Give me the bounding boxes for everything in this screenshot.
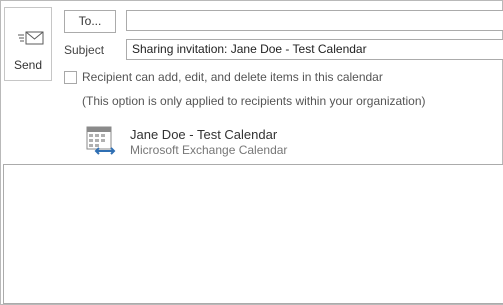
- permission-checkbox[interactable]: [64, 71, 77, 84]
- send-button[interactable]: Send: [4, 7, 52, 81]
- send-label: Send: [13, 58, 43, 72]
- shared-calendar-icon: [86, 126, 116, 155]
- to-button[interactable]: To...: [64, 10, 116, 33]
- sharing-invitation-window: Send To... Subject Sharing invitation: J…: [0, 0, 503, 305]
- calendar-type: Microsoft Exchange Calendar: [130, 143, 288, 157]
- permission-note: (This option is only applied to recipien…: [82, 94, 426, 108]
- permission-checkbox-label[interactable]: Recipient can add, edit, and delete item…: [82, 70, 383, 84]
- calendar-name: Jane Doe - Test Calendar: [130, 127, 278, 142]
- subject-label: Subject: [64, 43, 105, 57]
- envelope-send-icon: [18, 31, 44, 45]
- to-field[interactable]: [126, 10, 503, 31]
- message-body[interactable]: [3, 164, 503, 304]
- subject-field[interactable]: Sharing invitation: Jane Doe - Test Cale…: [126, 39, 503, 60]
